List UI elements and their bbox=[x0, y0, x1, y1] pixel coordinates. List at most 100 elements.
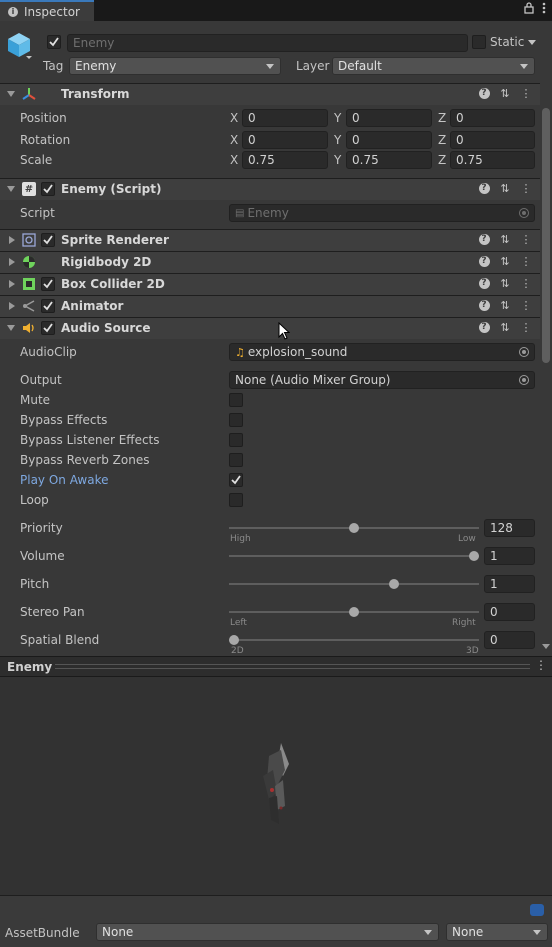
help-icon[interactable]: ? bbox=[478, 87, 490, 99]
play-on-awake-checkbox[interactable] bbox=[229, 473, 243, 487]
tab-inspector[interactable]: i Inspector bbox=[0, 0, 94, 21]
component-enemy-script[interactable]: # Enemy (Script) ? ⇅ ⋮ bbox=[0, 178, 540, 200]
object-picker-icon[interactable] bbox=[519, 375, 529, 385]
component-enabled-checkbox[interactable] bbox=[41, 182, 55, 196]
component-enabled-checkbox[interactable] bbox=[41, 299, 55, 313]
presets-icon[interactable]: ⇅ bbox=[499, 233, 511, 246]
component-animator[interactable]: Animator ? ⇅ ⋮ bbox=[0, 295, 540, 317]
axis-x-label: X bbox=[230, 133, 239, 147]
bypass-effects-checkbox[interactable] bbox=[229, 413, 243, 427]
priority-slider-thumb[interactable] bbox=[349, 523, 359, 533]
transform-y-input[interactable]: 0 bbox=[346, 131, 432, 149]
kebab-menu-icon[interactable]: ⋮ bbox=[520, 87, 532, 100]
foldout-expanded-icon[interactable] bbox=[7, 91, 15, 97]
lock-icon[interactable] bbox=[524, 2, 534, 14]
stereo-pan-label: Stereo Pan bbox=[20, 605, 85, 619]
presets-icon[interactable]: ⇅ bbox=[499, 277, 511, 290]
volume-slider-thumb[interactable] bbox=[469, 551, 479, 561]
pitch-slider-thumb[interactable] bbox=[389, 579, 399, 589]
help-icon[interactable]: ? bbox=[478, 233, 490, 245]
component-title: Audio Source bbox=[61, 321, 151, 335]
component-enabled-checkbox[interactable] bbox=[41, 233, 55, 247]
preview-header[interactable]: Enemy ⋮ bbox=[0, 656, 552, 677]
stereo-pan-slider-thumb[interactable] bbox=[349, 607, 359, 617]
static-dropdown[interactable]: Static bbox=[490, 35, 537, 49]
spatial-blend-slider-thumb[interactable] bbox=[229, 635, 239, 645]
component-transform[interactable]: Transform ? ⇅ ⋮ bbox=[0, 83, 540, 105]
transform-y-input[interactable]: 0.75 bbox=[346, 151, 432, 169]
kebab-menu-icon[interactable]: ⋮ bbox=[520, 233, 532, 246]
layer-dropdown[interactable]: Default bbox=[332, 57, 535, 75]
presets-icon[interactable]: ⇅ bbox=[499, 182, 511, 195]
kebab-menu-icon[interactable]: ⋮ bbox=[535, 658, 547, 672]
component-rigidbody-2d[interactable]: Rigidbody 2D ? ⇅ ⋮ bbox=[0, 251, 540, 273]
spatial-blend-slider-track[interactable] bbox=[229, 639, 479, 641]
transform-x-input[interactable]: 0 bbox=[242, 131, 328, 149]
transform-z-input[interactable]: 0 bbox=[450, 131, 535, 149]
kebab-menu-icon[interactable]: ⋮ bbox=[520, 299, 532, 312]
foldout-collapsed-icon[interactable] bbox=[9, 280, 15, 288]
spatial-blend-input[interactable]: 0 bbox=[484, 631, 535, 649]
audioclip-value: explosion_sound bbox=[247, 345, 348, 359]
kebab-menu-icon[interactable]: ⋮ bbox=[520, 277, 532, 290]
kebab-menu-icon[interactable] bbox=[542, 2, 546, 14]
object-picker-icon[interactable] bbox=[519, 347, 529, 357]
presets-icon[interactable]: ⇅ bbox=[499, 255, 511, 268]
static-label: Static bbox=[490, 35, 525, 49]
transform-z-input[interactable]: 0 bbox=[450, 109, 535, 127]
pitch-input[interactable]: 1 bbox=[484, 575, 535, 593]
kebab-menu-icon[interactable]: ⋮ bbox=[520, 321, 532, 334]
transform-y-input[interactable]: 0 bbox=[346, 109, 432, 127]
foldout-collapsed-icon[interactable] bbox=[9, 236, 15, 244]
help-icon[interactable]: ? bbox=[478, 182, 490, 194]
active-checkbox[interactable] bbox=[47, 35, 61, 49]
priority-input[interactable]: 128 bbox=[484, 519, 535, 537]
component-sprite-renderer[interactable]: Sprite Renderer ? ⇅ ⋮ bbox=[0, 229, 540, 251]
preview-title: Enemy bbox=[7, 660, 53, 674]
gameobject-cube-icon[interactable] bbox=[6, 31, 32, 59]
pitch-slider-track[interactable] bbox=[229, 583, 479, 585]
label-tag-icon[interactable] bbox=[530, 904, 544, 916]
foldout-expanded-icon[interactable] bbox=[7, 325, 15, 331]
help-icon[interactable]: ? bbox=[478, 277, 490, 289]
component-box-collider-2d[interactable]: Box Collider 2D ? ⇅ ⋮ bbox=[0, 273, 540, 295]
audioclip-field[interactable]: ♫ explosion_sound bbox=[229, 343, 535, 361]
gameobject-name-field[interactable]: Enemy bbox=[67, 34, 468, 52]
component-audio-source[interactable]: Audio Source ? ⇅ ⋮ bbox=[0, 317, 540, 339]
bypass-reverb-zones-checkbox[interactable] bbox=[229, 453, 243, 467]
loop-checkbox[interactable] bbox=[229, 493, 243, 507]
assetbundle-variant-dropdown[interactable]: None bbox=[446, 923, 548, 941]
kebab-menu-icon[interactable]: ⋮ bbox=[520, 255, 532, 268]
drag-handle[interactable] bbox=[55, 664, 530, 669]
script-value: Enemy bbox=[247, 206, 289, 220]
help-icon[interactable]: ? bbox=[478, 255, 490, 267]
presets-icon[interactable]: ⇅ bbox=[499, 299, 511, 312]
pitch-value: 1 bbox=[490, 577, 498, 591]
kebab-menu-icon[interactable]: ⋮ bbox=[520, 182, 532, 195]
stereo-pan-input[interactable]: 0 bbox=[484, 603, 535, 621]
scroll-down-icon[interactable] bbox=[542, 644, 550, 649]
foldout-collapsed-icon[interactable] bbox=[9, 302, 15, 310]
mute-checkbox[interactable] bbox=[229, 393, 243, 407]
transform-z-input[interactable]: 0.75 bbox=[450, 151, 535, 169]
bypass-listener-effects-checkbox[interactable] bbox=[229, 433, 243, 447]
foldout-collapsed-icon[interactable] bbox=[9, 258, 15, 266]
presets-icon[interactable]: ⇅ bbox=[499, 87, 511, 100]
assetbundle-dropdown[interactable]: None bbox=[96, 923, 439, 941]
volume-input[interactable]: 1 bbox=[484, 547, 535, 565]
help-icon[interactable]: ? bbox=[478, 321, 490, 333]
component-enabled-checkbox[interactable] bbox=[41, 277, 55, 291]
static-checkbox[interactable] bbox=[472, 35, 486, 49]
foldout-expanded-icon[interactable] bbox=[7, 186, 15, 192]
axis-z-label: Z bbox=[438, 133, 447, 147]
tag-dropdown[interactable]: Enemy bbox=[69, 57, 281, 75]
help-icon[interactable]: ? bbox=[478, 299, 490, 311]
volume-slider-track[interactable] bbox=[229, 555, 479, 557]
presets-icon[interactable]: ⇅ bbox=[499, 321, 511, 334]
object-picker-icon[interactable] bbox=[519, 208, 529, 218]
transform-x-input[interactable]: 0 bbox=[242, 109, 328, 127]
transform-x-input[interactable]: 0.75 bbox=[242, 151, 328, 169]
scrollbar-thumb[interactable] bbox=[542, 108, 550, 363]
component-enabled-checkbox[interactable] bbox=[41, 321, 55, 335]
output-field[interactable]: None (Audio Mixer Group) bbox=[229, 371, 535, 389]
